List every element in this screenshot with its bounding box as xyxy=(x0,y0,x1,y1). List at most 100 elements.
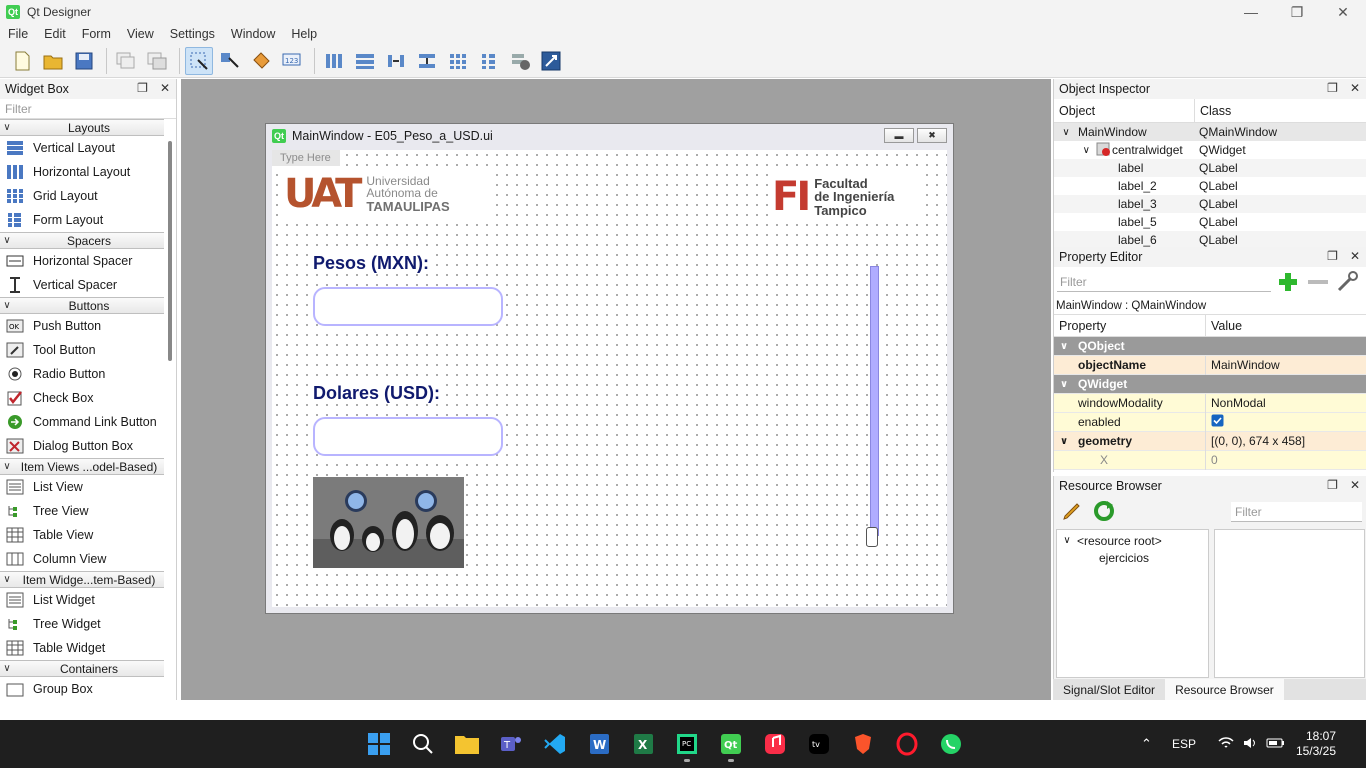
col-property-header[interactable]: Property xyxy=(1054,315,1206,336)
remove-property-icon[interactable] xyxy=(1305,270,1331,294)
close-icon[interactable]: ✕ xyxy=(1320,0,1366,24)
chevron-down-icon[interactable]: ∨ xyxy=(1054,127,1078,138)
language-indicator[interactable]: ESP xyxy=(1172,737,1196,751)
break-layout-icon[interactable] xyxy=(506,47,534,75)
widget-item-horizontal-layout[interactable]: Horizontal Layout xyxy=(0,160,164,184)
file-explorer-icon[interactable] xyxy=(449,726,485,762)
minimize-icon[interactable]: — xyxy=(1228,0,1274,24)
chevron-down-icon[interactable]: ∨ xyxy=(0,122,14,133)
restore-icon[interactable]: ❐ xyxy=(1274,0,1320,24)
enabled-checkbox[interactable] xyxy=(1206,414,1224,430)
form-layout-icon[interactable] xyxy=(475,47,503,75)
edit-tab-order-icon[interactable]: 123 xyxy=(278,47,306,75)
vertical-slider-track[interactable] xyxy=(870,266,879,536)
adjust-size-icon[interactable] xyxy=(537,47,565,75)
chevron-down-icon[interactable]: ∨ xyxy=(1060,379,1068,390)
new-file-icon[interactable] xyxy=(8,47,36,75)
form-canvas[interactable]: Type Here UAT Universidad Autónoma de TA… xyxy=(272,150,947,607)
dolares-input[interactable] xyxy=(313,417,503,456)
menu-view[interactable]: View xyxy=(119,27,162,41)
horizontal-splitter-icon[interactable] xyxy=(382,47,410,75)
form-window-titlebar[interactable]: Qt MainWindow - E05_Peso_a_USD.ui ▬ ✖ xyxy=(266,124,953,148)
save-icon[interactable] xyxy=(70,47,98,75)
tab-resource-browser[interactable]: Resource Browser xyxy=(1165,679,1284,700)
chevron-down-icon[interactable]: ∨ xyxy=(1054,145,1096,156)
chevron-down-icon[interactable]: ∨ xyxy=(0,461,14,472)
chevron-down-icon[interactable]: ∨ xyxy=(0,574,14,585)
tile-windows-icon[interactable] xyxy=(143,47,171,75)
reload-icon[interactable] xyxy=(1092,499,1116,523)
apple-tv-icon[interactable]: tv xyxy=(801,726,837,762)
property-value[interactable]: MainWindow xyxy=(1206,358,1280,372)
widget-item-tool-button[interactable]: Tool Button xyxy=(0,338,164,362)
object-tree-row[interactable]: ∨ MainWindow QMainWindow xyxy=(1054,123,1366,141)
float-panel-icon[interactable]: ❐ xyxy=(1327,81,1338,95)
pesos-input[interactable] xyxy=(313,287,503,326)
widget-item-list-view[interactable]: List View xyxy=(0,475,164,499)
clock[interactable]: 18:07 15/3/25 xyxy=(1296,729,1336,759)
vertical-slider-handle[interactable] xyxy=(866,527,878,547)
penguins-image[interactable] xyxy=(313,477,464,568)
resource-file-view[interactable] xyxy=(1214,529,1365,678)
close-panel-icon[interactable]: ✕ xyxy=(1350,478,1360,492)
lay-out-horizontally-icon[interactable] xyxy=(320,47,348,75)
object-tree-row[interactable]: label_3 QLabel xyxy=(1054,195,1366,213)
vscode-icon[interactable] xyxy=(537,726,573,762)
qt-designer-taskbar-icon[interactable]: Qt xyxy=(713,726,749,762)
widget-item-column-view[interactable]: Column View xyxy=(0,547,164,571)
apple-music-icon[interactable] xyxy=(757,726,793,762)
widget-category-item-widge-tem-based[interactable]: ∨ Item Widge...tem-Based) xyxy=(0,571,164,588)
resource-root-node[interactable]: ∨ <resource root> xyxy=(1057,532,1208,549)
form-window[interactable]: Qt MainWindow - E05_Peso_a_USD.ui ▬ ✖ Ty… xyxy=(265,123,954,614)
configure-wrench-icon[interactable] xyxy=(1335,270,1361,294)
menu-file[interactable]: File xyxy=(0,27,36,41)
open-folder-icon[interactable] xyxy=(39,47,67,75)
widget-item-vertical-layout[interactable]: Vertical Layout xyxy=(0,136,164,160)
cascade-windows-icon[interactable] xyxy=(112,47,140,75)
search-icon[interactable] xyxy=(405,726,441,762)
chevron-down-icon[interactable]: ∨ xyxy=(0,300,14,311)
chevron-down-icon[interactable]: ∨ xyxy=(1060,341,1068,352)
word-icon[interactable]: W xyxy=(581,726,617,762)
float-panel-icon[interactable]: ❐ xyxy=(1327,249,1338,263)
chevron-down-icon[interactable]: ∨ xyxy=(0,235,14,246)
property-filter-input[interactable]: Filter xyxy=(1057,272,1271,292)
wifi-icon[interactable] xyxy=(1218,736,1234,753)
property-value[interactable]: NonModal xyxy=(1206,396,1266,410)
chevron-up-icon[interactable]: ⌃ xyxy=(1141,736,1152,752)
property-row[interactable]: enabled xyxy=(1054,412,1366,432)
float-panel-icon[interactable]: ❐ xyxy=(137,81,148,95)
windows-start-icon[interactable] xyxy=(361,726,397,762)
lay-out-vertically-icon[interactable] xyxy=(351,47,379,75)
object-tree-row[interactable]: label QLabel xyxy=(1054,159,1366,177)
widget-item-group-box[interactable]: Group Box xyxy=(0,677,164,700)
menu-edit[interactable]: Edit xyxy=(36,27,74,41)
widget-category-item-views-odel-based[interactable]: ∨ Item Views ...odel-Based) xyxy=(0,458,164,475)
widget-item-tree-view[interactable]: Tree View xyxy=(0,499,164,523)
object-tree-row[interactable]: label_5 QLabel xyxy=(1054,213,1366,231)
widget-category-layouts[interactable]: ∨ Layouts xyxy=(0,119,164,136)
widget-item-tree-widget[interactable]: Tree Widget xyxy=(0,612,164,636)
add-property-icon[interactable] xyxy=(1275,270,1301,294)
widget-item-table-view[interactable]: Table View xyxy=(0,523,164,547)
grid-layout-icon[interactable] xyxy=(444,47,472,75)
widget-item-list-widget[interactable]: List Widget xyxy=(0,588,164,612)
property-value[interactable]: [(0, 0), 674 x 458] xyxy=(1206,434,1305,448)
menu-window[interactable]: Window xyxy=(223,27,283,41)
widget-item-form-layout[interactable]: Form Layout xyxy=(0,208,164,232)
widget-item-check-box[interactable]: Check Box xyxy=(0,386,164,410)
widget-category-buttons[interactable]: ∨ Buttons xyxy=(0,297,164,314)
battery-icon[interactable] xyxy=(1266,737,1286,752)
whatsapp-icon[interactable] xyxy=(933,726,969,762)
col-class-header[interactable]: Class xyxy=(1195,99,1366,122)
property-group-row[interactable]: ∨ QObject xyxy=(1054,337,1366,356)
edit-buddies-icon[interactable] xyxy=(247,47,275,75)
widget-item-vertical-spacer[interactable]: Vertical Spacer xyxy=(0,273,164,297)
tab-signal-slot-editor[interactable]: Signal/Slot Editor xyxy=(1053,679,1165,700)
col-object-header[interactable]: Object xyxy=(1054,99,1195,122)
close-panel-icon[interactable]: ✕ xyxy=(1350,249,1360,263)
volume-icon[interactable] xyxy=(1242,736,1258,753)
pycharm-icon[interactable]: PC xyxy=(669,726,705,762)
resource-filter-input[interactable]: Filter xyxy=(1231,502,1362,522)
widget-filter-input[interactable]: Filter xyxy=(0,99,176,119)
